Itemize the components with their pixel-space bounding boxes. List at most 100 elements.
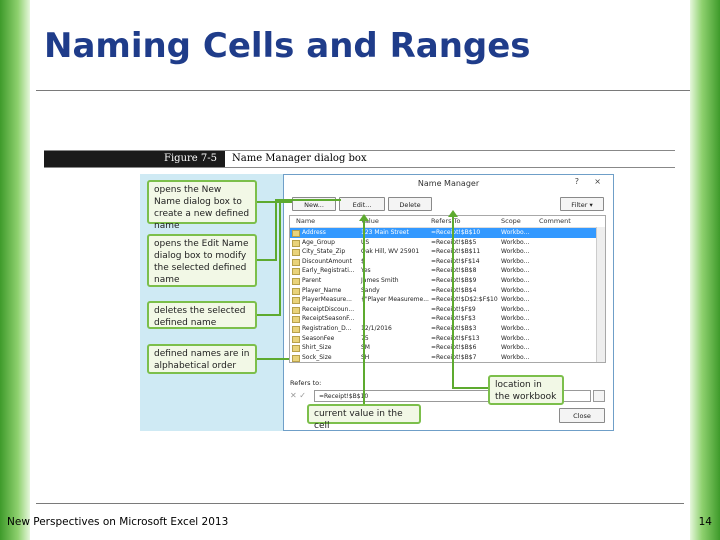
- title-rule: [36, 90, 690, 91]
- list-item[interactable]: PlayerMeasure... {"Player Measureme... =Re…: [290, 295, 599, 305]
- list-item[interactable]: Address 123 Main Street =Receipt!$B$10 Work…: [290, 228, 599, 238]
- defined-name-icon: [292, 306, 300, 314]
- list-item[interactable]: Registration_D...12/1/2016=Receipt!$B$3W…: [290, 324, 599, 334]
- list-item[interactable]: SeasonFee75=Receipt!$F$13Workbo...: [290, 334, 599, 344]
- leader-current-v: [363, 220, 365, 404]
- cell-name: ReceiptSeasonF...: [302, 315, 355, 323]
- cell-scope: Workbo...: [501, 229, 530, 236]
- cell-refers: =Receipt!$B$11: [431, 248, 481, 256]
- defined-name-icon: [292, 287, 300, 295]
- defined-name-icon: [292, 297, 300, 305]
- cell-name: Parent: [302, 277, 322, 284]
- delete-button[interactable]: Delete: [388, 197, 432, 211]
- cell-name: PlayerMeasure...: [302, 296, 352, 304]
- callout-new: opens the New Name dialog box to create …: [147, 180, 257, 231]
- cell-refers: =Receipt!$D$2:$F$10: [431, 296, 498, 304]
- figure-label: Figure 7-5: [44, 151, 225, 167]
- leader-edit-v: [275, 199, 277, 261]
- column-header-comment[interactable]: Comment: [539, 217, 571, 225]
- cell-name: Shirt_Size: [302, 344, 332, 352]
- defined-name-icon: [292, 335, 300, 343]
- cell-refers: =Receipt!$B$10: [431, 229, 481, 236]
- figure-caption-bar: Figure 7-5 Name Manager dialog box: [44, 150, 675, 168]
- cell-name: City_State_Zip: [302, 248, 346, 256]
- leader-location-h: [452, 387, 488, 389]
- footer-text: New Perspectives on Microsoft Excel 2013: [7, 516, 229, 528]
- close-icon[interactable]: ×: [594, 177, 601, 186]
- cell-scope: Workbo...: [501, 334, 530, 342]
- defined-name-icon: [292, 230, 300, 237]
- cell-scope: Workbo...: [501, 286, 530, 294]
- leader-location-v: [452, 216, 454, 389]
- cell-name: Early_Registrati...: [302, 267, 355, 275]
- cell-name: Age_Group: [302, 238, 335, 246]
- list-item[interactable]: ParentJames Smith=Receipt!$B$9Workbo...: [290, 276, 599, 286]
- list-item[interactable]: City_State_Zip Oak Hill, WV 25901 =Receipt…: [290, 247, 599, 257]
- cell-scope: Workbo...: [501, 277, 530, 284]
- close-button[interactable]: Close: [559, 408, 605, 423]
- cell-scope: Workbo...: [501, 296, 530, 304]
- collapse-dialog-icon[interactable]: [593, 390, 605, 402]
- cell-value: James Smith: [361, 277, 399, 284]
- cell-name: Address: [302, 229, 326, 236]
- figure-caption: Name Manager dialog box: [232, 153, 367, 164]
- cell-value: 123 Main Street: [361, 229, 409, 236]
- cell-name: DiscountAmount: [302, 257, 352, 265]
- page-number: 14: [698, 516, 712, 528]
- cell-name: Player_Name: [302, 286, 342, 294]
- defined-name-icon: [292, 326, 300, 333]
- cell-scope: Workbo...: [501, 257, 530, 265]
- leader-edit-h2: [275, 199, 341, 201]
- edit-button[interactable]: Edit...: [339, 197, 385, 211]
- cell-value: 12/1/2016: [361, 325, 392, 332]
- arrowhead-location: [448, 210, 458, 217]
- defined-name-icon: [292, 278, 300, 285]
- arrowhead-current: [359, 214, 369, 221]
- cancel-confirm-icons[interactable]: ✕ ✓: [290, 391, 306, 400]
- list-item[interactable]: ReceiptDiscoun...=Receipt!$F$9Workbo...: [290, 305, 599, 315]
- leader-delete-h: [257, 314, 279, 316]
- cell-value: Oak Hill, WV 25901: [361, 248, 420, 256]
- cell-name: Registration_D...: [302, 325, 352, 332]
- footer-rule: [36, 503, 684, 504]
- filter-button[interactable]: Filter ▾: [560, 197, 604, 211]
- defined-name-icon: [292, 316, 300, 324]
- defined-name-icon: [292, 249, 300, 257]
- list-header: Name Value Refers To Scope Comment: [290, 216, 605, 228]
- list-item[interactable]: Shirt_SizeSM=Receipt!$B$6Workbo...: [290, 343, 599, 353]
- defined-name-icon: [292, 354, 300, 362]
- list-item[interactable]: Age_GroupUS=Receipt!$B$5Workbo...: [290, 238, 599, 248]
- callout-delete: deletes the selected defined name: [147, 301, 257, 329]
- list-item[interactable]: Player_NameSandy=Receipt!$B$4Workbo...: [290, 286, 599, 296]
- callout-edit: opens the Edit Name dialog box to modify…: [147, 234, 257, 287]
- help-icon[interactable]: ?: [575, 177, 579, 186]
- callout-current-value: current value in the cell: [307, 404, 421, 431]
- callout-location: location in the workbook: [488, 375, 564, 405]
- cell-scope: Workbo...: [501, 353, 530, 361]
- leader-delete-v: [279, 201, 281, 316]
- column-header-refers-to[interactable]: Refers To: [431, 217, 460, 225]
- cell-refers: =Receipt!$F$13: [431, 334, 480, 342]
- list-item[interactable]: ReceiptSeasonF...=Receipt!$F$3Workbo...: [290, 314, 599, 324]
- cell-name: SeasonFee: [302, 334, 335, 342]
- column-header-name[interactable]: Name: [296, 217, 315, 225]
- cell-scope: Workbo...: [501, 344, 530, 352]
- cell-scope: Workbo...: [501, 267, 530, 275]
- cell-scope: Workbo...: [501, 325, 530, 332]
- defined-names-list[interactable]: Name Value Refers To Scope Comment Addre…: [289, 215, 606, 363]
- defined-name-icon: [292, 268, 300, 276]
- leader-edit-h: [257, 259, 275, 261]
- column-header-scope[interactable]: Scope: [501, 217, 521, 225]
- cell-name: ReceiptDiscoun...: [302, 305, 355, 313]
- callout-alphabetical: defined names are in alphabetical order: [147, 344, 257, 374]
- refers-to-label: Refers to:: [290, 379, 322, 387]
- list-item[interactable]: DiscountAmount$=Receipt!$F$14Workbo...: [290, 257, 599, 267]
- defined-name-icon: [292, 258, 300, 266]
- cell-refers: =Receipt!$F$14: [431, 257, 480, 265]
- list-item[interactable]: Sock_SizeSH=Receipt!$B$7Workbo...: [290, 353, 599, 362]
- list-item[interactable]: Early_Registrati...Yes=Receipt!$B$8Workb…: [290, 266, 599, 276]
- list-scrollbar[interactable]: [596, 227, 605, 362]
- cell-name: Sock_Size: [302, 353, 332, 361]
- leader-alpha: [257, 358, 289, 360]
- cell-scope: Workbo...: [501, 315, 530, 323]
